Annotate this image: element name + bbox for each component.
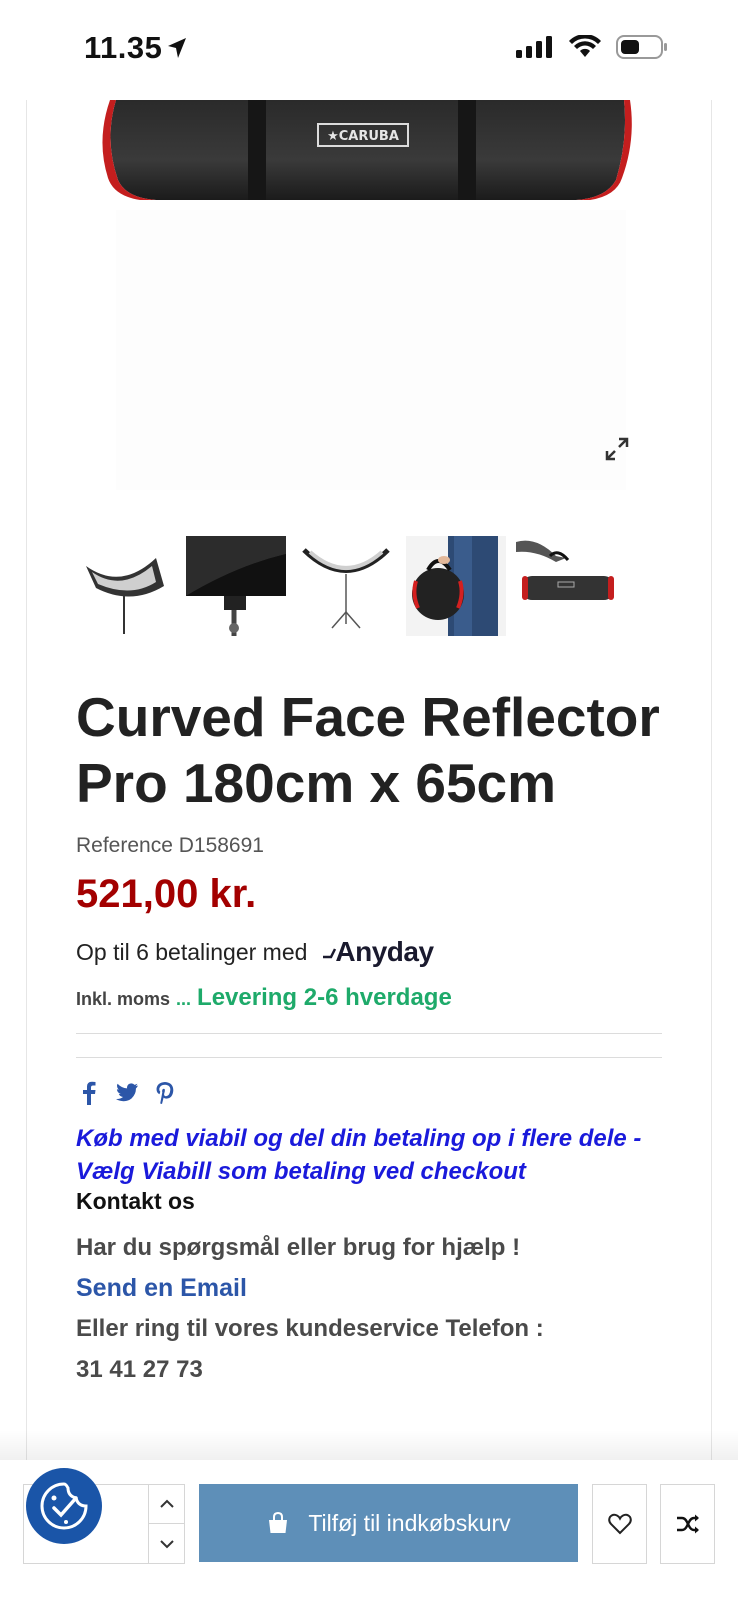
anyday-logo[interactable]: Anyday bbox=[323, 936, 434, 968]
contact-call-text: Eller ring til vores kundeservice Telefo… bbox=[76, 1315, 544, 1342]
thumbnail-reflector-on-stand[interactable] bbox=[76, 536, 176, 636]
social-share bbox=[76, 1080, 178, 1106]
product-price: 521,00 kr. bbox=[76, 872, 257, 916]
product-title: Curved Face Reflector Pro 180cm x 65cm bbox=[76, 686, 660, 814]
divider bbox=[76, 1033, 662, 1034]
thumbnail-strip bbox=[76, 536, 662, 636]
location-arrow-icon bbox=[168, 38, 186, 58]
send-email-link[interactable]: Send en Email bbox=[76, 1274, 247, 1303]
bag-image: ★CARUBA bbox=[76, 100, 662, 500]
installments-row: Op til 6 betalinger med Anyday bbox=[76, 936, 434, 968]
contact-question: Har du spørgsmål eller brug for hjælp ! bbox=[76, 1234, 521, 1261]
add-to-cart-label: Tilføj til indkøbskurv bbox=[308, 1509, 511, 1536]
main-product-image[interactable]: ★CARUBA bbox=[76, 100, 662, 500]
tax-text: Inkl. moms bbox=[76, 989, 171, 1009]
heart-icon bbox=[607, 1513, 632, 1535]
quantity-decrease-button[interactable] bbox=[148, 1524, 184, 1563]
anyday-logo-text: Anyday bbox=[335, 936, 434, 967]
thumbnail-reflector-curved-stand[interactable] bbox=[296, 536, 396, 636]
compare-button[interactable] bbox=[660, 1484, 715, 1564]
thumbnail-bag-handle[interactable] bbox=[516, 536, 616, 636]
bottom-bar-shadow bbox=[0, 1430, 738, 1460]
shopping-bag-icon bbox=[269, 1511, 288, 1533]
add-to-cart-button[interactable]: Tilføj til indkøbskurv bbox=[199, 1484, 578, 1562]
bag-brand-logo: ★CARUBA bbox=[327, 129, 399, 144]
quantity-increase-button[interactable] bbox=[148, 1485, 184, 1524]
cookie-consent-button[interactable] bbox=[26, 1468, 102, 1544]
cellular-signal-icon bbox=[516, 36, 552, 58]
thumbnail-reflector-closeup[interactable] bbox=[186, 536, 286, 636]
battery-icon bbox=[616, 35, 667, 59]
status-bar: 11.35 bbox=[0, 0, 738, 100]
expand-icon[interactable] bbox=[604, 436, 630, 462]
contact-heading: Kontakt os bbox=[76, 1188, 195, 1214]
status-indicators bbox=[516, 34, 668, 60]
twitter-icon[interactable] bbox=[114, 1080, 140, 1106]
delivery-text: Levering 2-6 hverdage bbox=[197, 984, 452, 1011]
wishlist-button[interactable] bbox=[592, 1484, 647, 1564]
pinterest-icon[interactable] bbox=[152, 1080, 178, 1106]
chevron-up-icon bbox=[159, 1499, 174, 1508]
divider bbox=[76, 1057, 662, 1058]
status-time: 11.35 bbox=[84, 30, 163, 65]
installments-text: Op til 6 betalinger med bbox=[76, 938, 308, 965]
thumbnail-bag-carried[interactable] bbox=[406, 536, 506, 636]
chevron-down-icon bbox=[159, 1539, 174, 1548]
viabill-notice: Køb med viabil og del din betaling op i … bbox=[76, 1125, 642, 1185]
cookie-check-icon bbox=[40, 1482, 88, 1530]
contact-phone[interactable]: 31 41 27 73 bbox=[76, 1356, 203, 1384]
shuffle-icon bbox=[676, 1514, 699, 1534]
facebook-icon[interactable] bbox=[76, 1080, 102, 1106]
wifi-icon bbox=[569, 35, 601, 57]
product-reference: Reference D158691 bbox=[76, 834, 264, 857]
delivery-dots: ... bbox=[176, 989, 192, 1009]
tax-delivery-row: Inkl. moms ... Levering 2-6 hverdage bbox=[76, 984, 452, 1012]
